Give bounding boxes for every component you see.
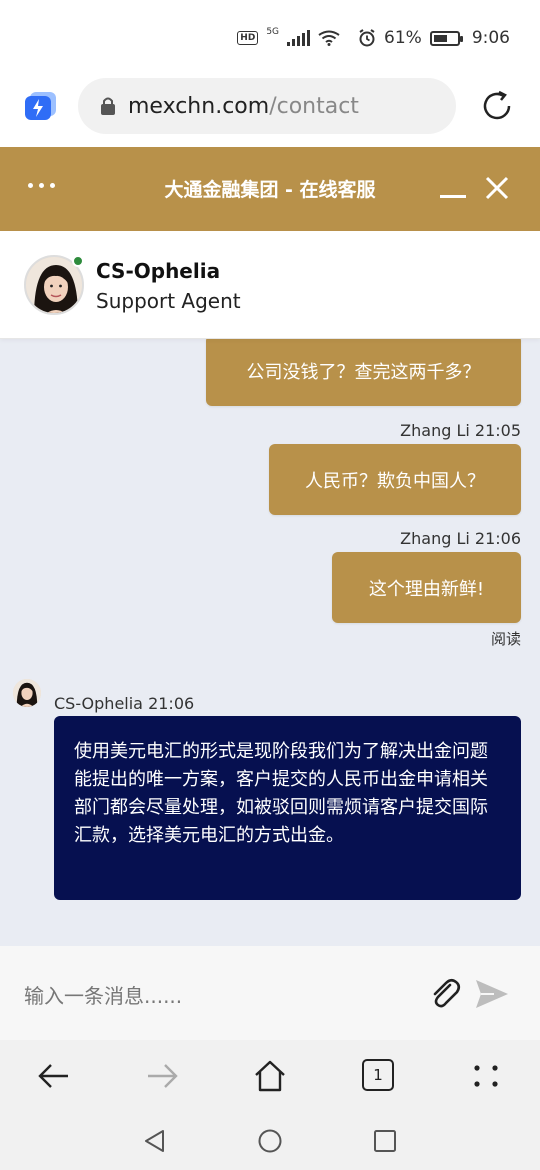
system-home-icon[interactable] (257, 1128, 283, 1154)
wifi-icon (318, 30, 340, 46)
home-icon[interactable] (252, 1058, 288, 1094)
agent-role: Support Agent (96, 289, 241, 313)
address-bar[interactable]: mexchn.com/contact (78, 78, 456, 134)
reload-icon[interactable] (479, 88, 515, 124)
send-icon[interactable] (474, 978, 510, 1010)
message-input[interactable]: 输入一条消息...... (24, 980, 182, 1009)
back-arrow-icon[interactable] (36, 1058, 72, 1094)
url-domain: mexchn.com (128, 93, 270, 119)
url-text: mexchn.com/contact (128, 94, 359, 119)
message-bubble-outgoing: 公司没钱了？查完这两千多？ (206, 339, 521, 406)
agent-name: CS-Ophelia (96, 259, 221, 283)
chat-header: 大通金融集团 - 在线客服 (0, 147, 540, 231)
menu-dots-icon[interactable] (468, 1058, 504, 1094)
alarm-icon (359, 29, 375, 47)
paperclip-icon[interactable] (428, 976, 462, 1010)
network-type: 5G (266, 27, 280, 37)
tabs-button[interactable]: 1 (362, 1059, 394, 1091)
agent-card: CS-Ophelia Support Agent (0, 231, 540, 339)
battery-fill (433, 34, 448, 42)
app-shortcut-icon[interactable] (24, 90, 58, 122)
message-meta: Zhang Li 21:06 (400, 529, 521, 548)
hd-icon: HD (237, 31, 259, 45)
message-composer: 输入一条消息...... (0, 946, 540, 1040)
minimize-icon[interactable] (440, 195, 466, 198)
message-meta: CS-Ophelia 21:06 (54, 694, 195, 713)
battery-icon (429, 30, 463, 46)
status-bar: HD 5G 61% 9:06 (0, 0, 540, 78)
clock: 9:06 (471, 28, 510, 48)
system-nav-bar (0, 1112, 540, 1170)
online-status-dot (72, 255, 84, 267)
browser-nav-bar: 1 (0, 1040, 540, 1112)
system-back-icon[interactable] (142, 1128, 168, 1154)
forward-arrow-icon[interactable] (144, 1058, 180, 1094)
status-icons: HD 5G 61% 9:06 (237, 27, 510, 48)
message-bubble-incoming: 使用美元电汇的形式是现阶段我们为了解决出金问题能提出的唯一方案，客户提交的人民币… (54, 716, 521, 900)
message-bubble-outgoing: 这个理由新鲜! (332, 552, 521, 623)
battery-percent: 61% (384, 28, 422, 48)
browser-toolbar: mexchn.com/contact (0, 78, 540, 147)
system-recents-icon[interactable] (372, 1128, 398, 1154)
read-receipt: 阅读 (490, 630, 521, 648)
agent-avatar-small (13, 679, 41, 707)
url-path: /contact (269, 93, 359, 119)
message-list[interactable]: 公司没钱了？查完这两千多？ Zhang Li 21:05 人民币？欺负中国人？ … (0, 339, 540, 946)
message-bubble-outgoing: 人民币？欺负中国人？ (269, 444, 521, 515)
message-meta: Zhang Li 21:05 (400, 421, 521, 440)
close-icon[interactable] (484, 175, 510, 201)
lock-icon (101, 97, 115, 115)
signal-icon (287, 30, 311, 46)
